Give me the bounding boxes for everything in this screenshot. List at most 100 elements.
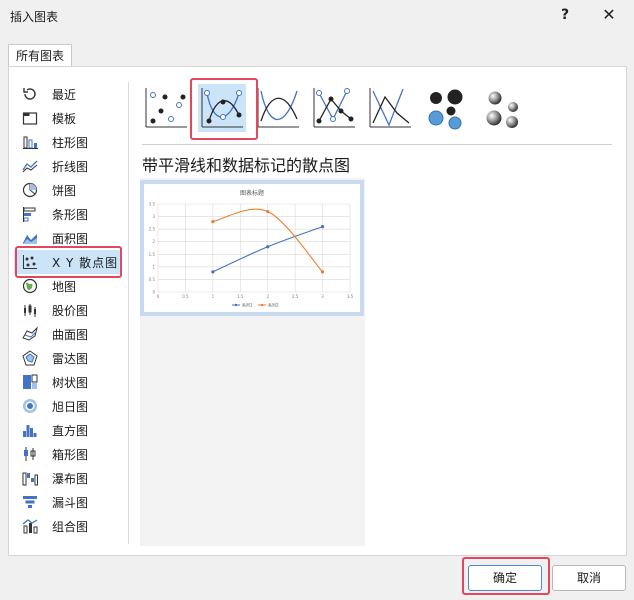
column-chart-icon [22,134,38,150]
tab-all-charts[interactable]: 所有图表 [8,44,73,67]
waterfall-chart-icon [22,470,38,486]
y-tick-label: 0.5 [149,277,156,282]
tab-strip: 所有图表 [8,44,626,67]
ok-button[interactable]: 确定 [468,565,542,591]
x-tick-label: 1 [212,294,215,299]
bar-chart-icon [22,206,38,222]
surface-chart-icon [22,326,38,342]
treemap-chart-icon [22,374,38,390]
subtype-scatter-straight-lines[interactable] [366,84,414,132]
y-tick-label: 1 [152,264,155,269]
area-chart-icon [22,230,38,246]
map-chart-icon [22,278,38,294]
bubble-chart-icon [423,85,469,134]
sidebar-item-histogram-chart[interactable]: 直方图 [14,418,120,442]
funnel-chart-icon [22,494,38,510]
subtype-scatter-smooth-lines[interactable] [254,84,302,132]
legend-label-1: 系列1 [242,302,253,308]
sidebar-item-label: 雷达图 [52,352,89,366]
series-2-point [266,209,270,214]
box-whisker-chart-icon [22,446,38,462]
sidebar-item-surface-chart[interactable]: 曲面图 [14,322,120,346]
title-bar: 插入图表 ? ✕ [0,0,634,32]
sidebar-item-line-chart[interactable]: 折线图 [14,154,120,178]
sidebar-item-combo-chart[interactable]: 组合图 [14,514,120,538]
preview-chart: 图表标题 0 0.5 1 1.5 2 2.5 3 3.5 0 0.5 1 1.5 2 2.5 3 3.5 系列1 系… [149,189,354,308]
sidebar-item-label: 瀑布图 [52,472,89,486]
sidebar-item-waterfall-chart[interactable]: 瀑布图 [14,466,120,490]
sidebar-item-sunburst-chart[interactable]: 旭日图 [14,394,120,418]
scatter-straight-lines-icon [367,85,413,134]
stock-chart-icon [22,302,38,318]
legend-marker-1 [234,303,238,307]
template-icon [22,110,38,126]
y-tick-label: 1.5 [149,252,156,257]
x-tick-label: 2 [266,294,269,299]
sidebar-item-box-whisker-chart[interactable]: 箱形图 [14,442,120,466]
sidebar-item-recent[interactable]: 最近 [14,82,120,106]
y-tick-label: 2 [152,239,155,244]
sidebar-item-label: 箱形图 [52,448,89,462]
sidebar-item-funnel-chart[interactable]: 漏斗图 [14,490,120,514]
series-2-point [320,270,325,274]
sidebar-item-label: 树状图 [52,376,89,390]
sidebar-item-label: 直方图 [52,424,89,438]
sidebar-item-label: 旭日图 [52,400,89,414]
series-1-point [211,270,215,274]
histogram-chart-icon [22,422,38,438]
window-title: 插入图表 [10,10,59,24]
y-tick-label: 2.5 [149,227,156,232]
preview-chart-container: 图表标题 0 0.5 1 1.5 2 2.5 3 3.5 0 0.5 1 1.5 2 2.5 3 3.5 系列1 系… [144,184,360,312]
scatter-smooth-lines-icon [255,85,301,134]
sidebar-item-label: 最近 [52,88,77,102]
combo-chart-icon [22,518,38,534]
sidebar-highlight-box [15,246,122,278]
sidebar-item-label: 条形图 [52,208,89,222]
help-button[interactable]: ? [552,4,578,26]
cancel-button[interactable]: 取消 [552,565,626,591]
legend-label-2: 系列2 [268,302,279,308]
scatter-markers-only-icon [143,85,189,134]
x-tick-label: 3.5 [347,294,354,299]
sidebar-item-treemap-chart[interactable]: 树状图 [14,370,120,394]
subtype-bubble-chart[interactable] [422,84,470,132]
subtype-scatter-straight-lines-markers[interactable] [310,84,358,132]
pie-chart-icon [22,182,38,198]
vertical-divider [128,82,129,544]
sidebar-item-stock-chart[interactable]: 股价图 [14,298,120,322]
legend-marker-2 [260,303,264,307]
sidebar-item-column-chart[interactable]: 柱形图 [14,130,120,154]
sidebar-item-label: 股价图 [52,304,89,318]
x-tick-label: 1.5 [237,294,244,299]
sidebar-item-label: 折线图 [52,160,89,174]
subtype-bubble-3d-chart[interactable] [478,84,526,132]
y-tick-label: 3 [152,214,155,219]
close-button[interactable]: ✕ [596,4,622,26]
subtype-highlight-box [190,78,258,140]
sidebar-item-label: 曲面图 [52,328,89,342]
sidebar-item-pie-chart[interactable]: 饼图 [14,178,120,202]
subtype-scatter-markers-only[interactable] [142,84,190,132]
horizontal-divider [142,144,612,145]
sidebar-item-label: 地图 [52,280,77,294]
sunburst-chart-icon [22,398,38,414]
x-tick-label: 0.5 [182,294,189,299]
sidebar-item-label: 漏斗图 [52,496,89,510]
bubble-3d-chart-icon [479,85,525,134]
radar-chart-icon [22,350,38,366]
y-tick-label: 0 [152,290,155,295]
series-1-point [320,225,325,229]
sidebar-item-bar-chart[interactable]: 条形图 [14,202,120,226]
sidebar-item-radar-chart[interactable]: 雷达图 [14,346,120,370]
sidebar-item-template[interactable]: 模板 [14,106,120,130]
sidebar-item-label: 面积图 [52,232,89,246]
sidebar-item-label: 饼图 [52,184,77,198]
series-1-point [266,245,270,249]
selected-chart-name: 带平滑线和数据标记的散点图 [142,156,351,175]
series-2-point [211,220,215,224]
scatter-straight-lines-markers-icon [311,85,357,134]
x-tick-label: 3 [321,294,324,299]
y-tick-label: 3.5 [149,202,156,207]
sidebar-item-label: 组合图 [52,520,89,534]
sidebar-item-label: 模板 [52,112,77,126]
